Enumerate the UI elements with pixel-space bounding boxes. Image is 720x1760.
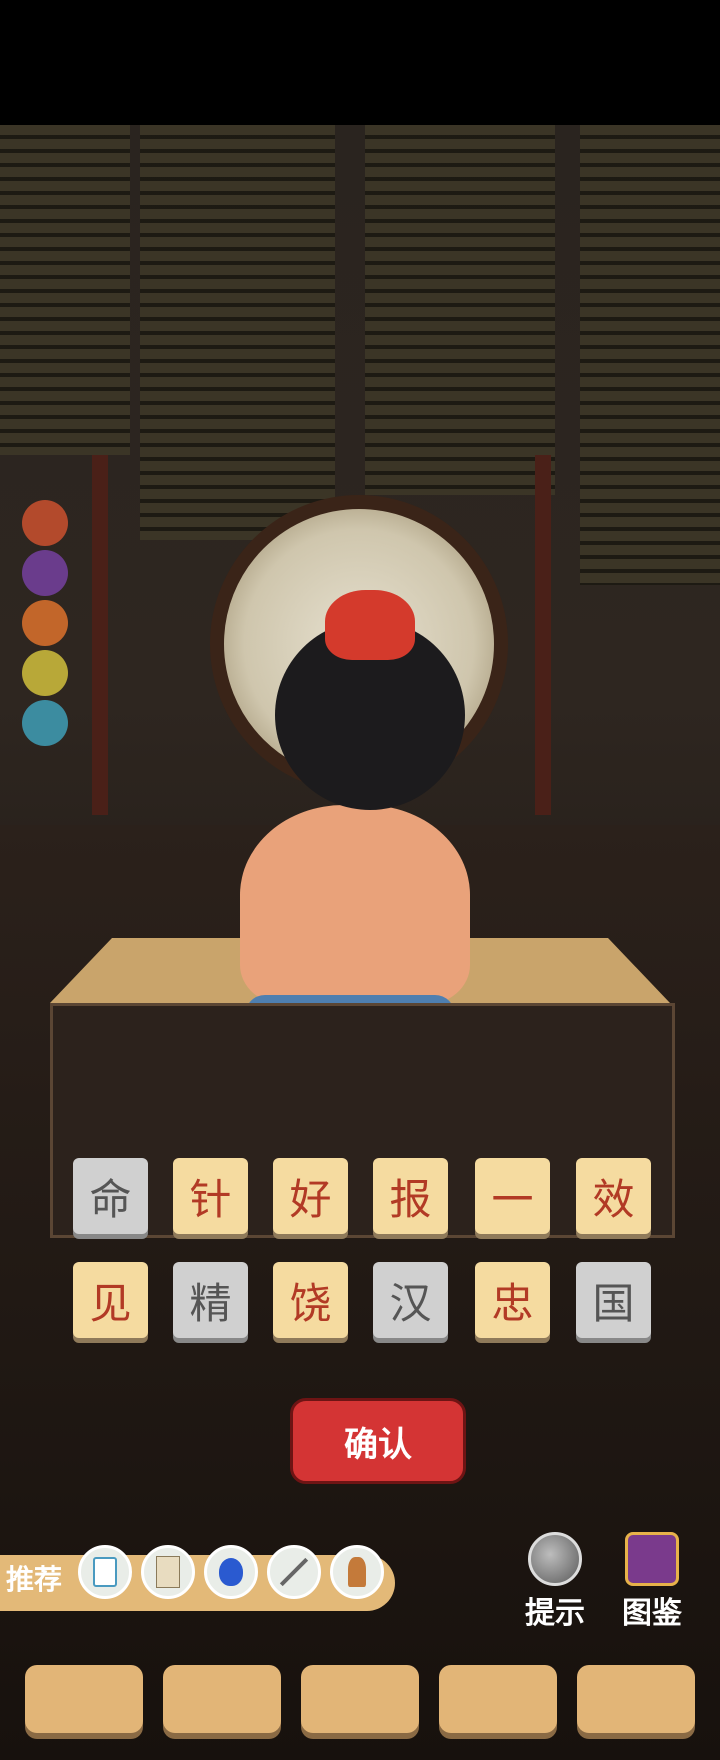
char-tile[interactable]: 效 [576,1158,651,1234]
char-tile[interactable]: 命 [73,1158,148,1234]
char-tile[interactable]: 针 [173,1158,248,1234]
answer-slot[interactable] [163,1665,281,1733]
char-tile[interactable]: 精 [173,1262,248,1338]
character-headband [325,590,415,660]
hint-button[interactable]: 提示 [525,1532,585,1632]
book-icon [625,1532,679,1586]
char-tile[interactable]: 报 [373,1158,448,1234]
pillar [535,455,551,815]
answer-slot[interactable] [25,1665,143,1733]
bamboo-blind [0,125,130,455]
bamboo-blind [140,125,335,540]
pillar [92,455,108,815]
char-tile[interactable]: 好 [273,1158,348,1234]
figurine-icon[interactable] [330,1545,384,1599]
lantern-icon [22,600,68,646]
answer-slot[interactable] [577,1665,695,1733]
lantern-icon [22,500,68,546]
lantern-icon [22,550,68,596]
bamboo-blind [580,125,720,585]
scroll-icon[interactable] [141,1545,195,1599]
char-tile[interactable]: 汉 [373,1262,448,1338]
gallery-button[interactable]: 图鉴 [622,1532,682,1632]
char-tile[interactable]: 见 [73,1262,148,1338]
sword-icon[interactable] [267,1545,321,1599]
char-tile[interactable]: 国 [576,1262,651,1338]
character-body [240,805,470,1005]
hint-label: 提示 [525,1596,585,1631]
recommend-label: 推荐 [6,1563,63,1596]
lantern-icon [22,650,68,696]
gourd-icon[interactable] [204,1545,258,1599]
gallery-label: 图鉴 [622,1596,682,1631]
magnifier-icon [528,1532,582,1586]
confirm-button[interactable]: 确认 [290,1398,466,1484]
bamboo-blind [365,125,555,495]
char-tile[interactable]: 一 [475,1158,550,1234]
char-tile[interactable]: 饶 [273,1262,348,1338]
lantern-icon [22,700,68,746]
answer-slot[interactable] [439,1665,557,1733]
char-tile[interactable]: 忠 [475,1262,550,1338]
mahjong-tile-icon[interactable] [78,1545,132,1599]
answer-slot[interactable] [301,1665,419,1733]
